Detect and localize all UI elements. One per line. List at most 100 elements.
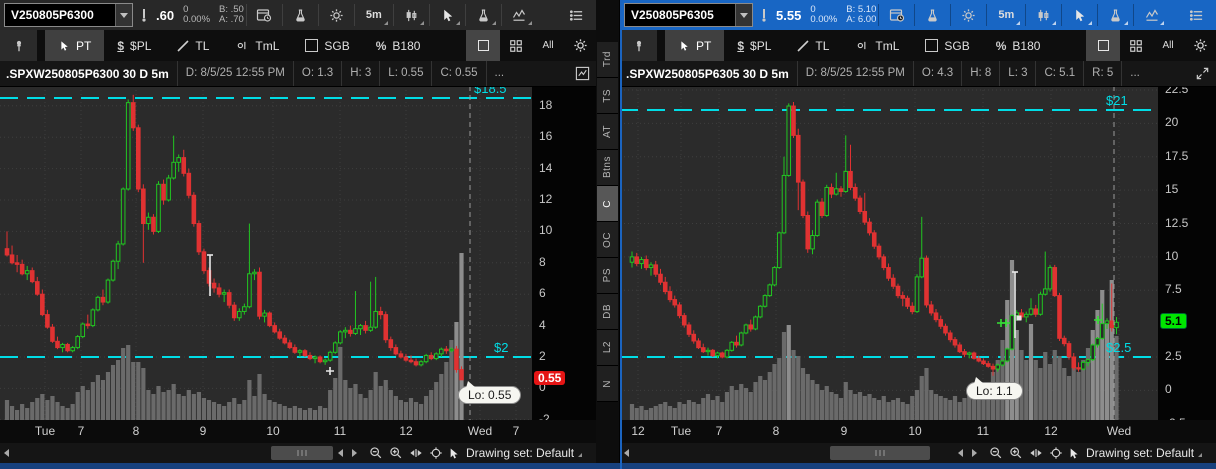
price-axis[interactable]: 22.52017.51512.5107.52.50-2.5 — [1158, 86, 1216, 420]
symbol-input[interactable]: V250805P6300 — [5, 8, 115, 22]
scrollbar-thumb[interactable] — [830, 446, 930, 460]
header-action-icon[interactable] — [1195, 66, 1210, 81]
tool-pt[interactable]: PT — [665, 30, 724, 61]
expand-width-icon[interactable] — [1028, 445, 1044, 461]
gadget-tab-label: TS — [602, 89, 613, 103]
gadget-tab-n[interactable]: N — [597, 366, 618, 402]
pin-button[interactable] — [620, 30, 657, 61]
gadget-tab-at[interactable]: AT — [597, 114, 618, 150]
price-plot[interactable]: $21$2.5 — [620, 86, 1158, 420]
crosshair-target-icon[interactable] — [1048, 445, 1064, 461]
ohlc-field: L: 0.55 — [379, 61, 431, 86]
grid-layout-button[interactable] — [1120, 32, 1151, 60]
symbol-input[interactable]: V250805P6305 — [625, 8, 735, 22]
menu-icon[interactable] — [1181, 1, 1212, 29]
timeframe-button[interactable]: 5m — [357, 1, 391, 29]
scroll-right-icon[interactable] — [972, 449, 977, 457]
studies-flask-button[interactable] — [1100, 1, 1131, 29]
tool-spl[interactable]: $ $PL — [724, 30, 784, 61]
tool-sgb[interactable]: SGB — [292, 30, 362, 61]
chart-style-button[interactable] — [396, 1, 427, 29]
ohlc-field: O: 1.3 — [293, 61, 341, 86]
tool-pt[interactable]: PT — [45, 30, 104, 61]
studies-flask-button[interactable] — [468, 1, 499, 29]
scroll-left-edge-icon[interactable] — [4, 449, 9, 457]
chart-area[interactable]: $21$2.5 22.52017.51512.5107.52.50-2.5 5.… — [620, 86, 1216, 420]
grid-layout-button[interactable] — [500, 32, 531, 60]
symbol-dropdown-button[interactable] — [115, 4, 132, 26]
drawing-set-label[interactable]: Drawing set: Default — [1086, 443, 1202, 463]
y-axis-tick: 10 — [1165, 249, 1178, 263]
zoom-in-icon[interactable] — [1008, 445, 1024, 461]
tool-sgb[interactable]: SGB — [912, 30, 982, 61]
analyze-flask-button[interactable] — [917, 1, 948, 29]
gadget-tab-oc[interactable]: OC — [597, 222, 618, 258]
divider — [878, 4, 879, 26]
chart-area[interactable]: $18.5$2 181614121086420-2 0.55 Lo: 0.55 — [0, 86, 596, 420]
cursor-tool-button[interactable] — [1064, 1, 1095, 29]
gadget-tab-c[interactable]: C — [597, 186, 618, 222]
scroll-left-edge-icon[interactable] — [624, 449, 629, 457]
price-axis[interactable]: 181614121086420-2 — [532, 86, 596, 420]
cursor-icon — [58, 40, 70, 52]
gadget-tab-ps[interactable]: PS — [597, 258, 618, 294]
dollar-icon: $ — [737, 39, 744, 53]
tool-tl[interactable]: TL — [164, 30, 222, 61]
gadget-tab-db[interactable]: DB — [597, 294, 618, 330]
low-tooltip: Lo: 0.55 — [458, 386, 521, 404]
zoom-out-icon[interactable] — [368, 445, 384, 461]
zoom-out-icon[interactable] — [988, 445, 1004, 461]
pin-button[interactable] — [0, 30, 37, 61]
drawing-set-label[interactable]: Drawing set: Default — [466, 443, 582, 463]
gadget-tab-l2[interactable]: L2 — [597, 330, 618, 366]
tool-b180[interactable]: % B180 — [363, 30, 434, 61]
chart-settings-button[interactable] — [565, 32, 596, 60]
divider — [914, 4, 915, 26]
calendar-events-button[interactable] — [881, 1, 912, 29]
pointer-icon[interactable] — [1065, 445, 1081, 461]
analyze-flask-button[interactable] — [285, 1, 316, 29]
tool-tml[interactable]: TmL — [222, 30, 292, 61]
time-axis[interactable]: 12Tue789101112Wed — [620, 420, 1216, 443]
symbol-link-icon[interactable] — [759, 7, 769, 23]
drawings-button[interactable] — [1136, 1, 1167, 29]
symbol-dropdown-button[interactable] — [735, 4, 752, 26]
gadget-tab-ts[interactable]: TS — [597, 78, 618, 114]
scroll-left-icon[interactable] — [958, 449, 963, 457]
price-plot[interactable]: $18.5$2 — [0, 86, 532, 420]
gadget-tab-trd[interactable]: Trd — [597, 42, 618, 78]
settings-gear-button[interactable] — [321, 1, 352, 29]
tool-tml[interactable]: TmL — [842, 30, 912, 61]
tool-tl[interactable]: TL — [784, 30, 842, 61]
expand-width-icon[interactable] — [408, 445, 424, 461]
gadget-tab-btns[interactable]: Btns — [597, 150, 618, 186]
header-action-icon[interactable] — [575, 66, 590, 81]
calendar-events-button[interactable] — [249, 1, 280, 29]
crosshair-target-icon[interactable] — [428, 445, 444, 461]
all-charts-button[interactable]: All — [1151, 32, 1185, 60]
settings-gear-button[interactable] — [953, 1, 984, 29]
chart-style-button[interactable] — [1028, 1, 1059, 29]
zoom-in-icon[interactable] — [388, 445, 404, 461]
chart-settings-button[interactable] — [1185, 32, 1216, 60]
symbol-input-group[interactable]: V250805P6305 — [624, 3, 753, 27]
cursor-tool-button[interactable] — [432, 1, 463, 29]
tool-tl-label: TL — [815, 39, 829, 53]
single-chart-button[interactable] — [1086, 30, 1120, 61]
scroll-right-icon[interactable] — [352, 449, 357, 457]
chart-title: .SPXW250805P6300 30 D 5m — [6, 67, 169, 81]
tool-b180[interactable]: % B180 — [983, 30, 1054, 61]
all-charts-button[interactable]: All — [531, 32, 565, 60]
timeframe-button[interactable]: 5m — [989, 1, 1023, 29]
scroll-left-icon[interactable] — [338, 449, 343, 457]
symbol-input-group[interactable]: V250805P6300 — [4, 3, 133, 27]
scrollbar-thumb[interactable] — [271, 446, 333, 460]
pointer-icon[interactable] — [445, 445, 461, 461]
symbol-link-icon[interactable] — [139, 7, 149, 23]
drawings-button[interactable] — [504, 1, 535, 29]
menu-icon[interactable] — [561, 1, 592, 29]
time-axis[interactable]: Tue789101112Wed7 — [0, 420, 596, 443]
last-price: 5.55 — [776, 8, 801, 23]
single-chart-button[interactable] — [466, 30, 500, 61]
tool-spl[interactable]: $ $PL — [104, 30, 164, 61]
